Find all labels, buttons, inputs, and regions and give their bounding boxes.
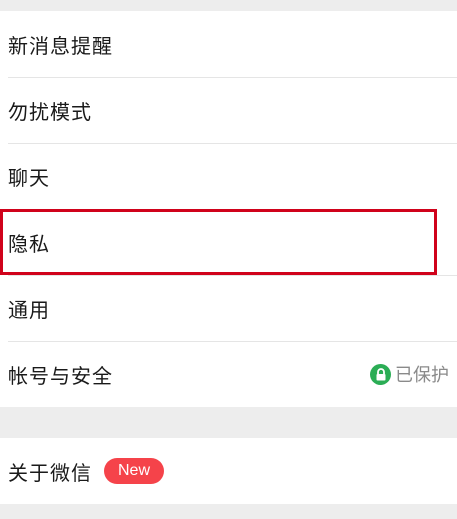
settings-item-general[interactable]: 通用 bbox=[0, 275, 457, 341]
settings-group-about: 关于微信 New bbox=[0, 438, 457, 504]
settings-item-about-wechat[interactable]: 关于微信 New bbox=[0, 438, 457, 504]
settings-item-account-security[interactable]: 帐号与安全 已保护 bbox=[0, 341, 457, 407]
settings-item-privacy[interactable]: 隐私 bbox=[0, 209, 437, 275]
new-badge: New bbox=[104, 458, 165, 484]
security-status: 已保护 bbox=[370, 361, 449, 387]
settings-item-label: 新消息提醒 bbox=[8, 33, 113, 58]
settings-item-label: 聊天 bbox=[8, 165, 50, 190]
settings-item-notifications[interactable]: 新消息提醒 bbox=[0, 11, 457, 77]
settings-group-main: 新消息提醒 勿扰模式 聊天 隐私 通用 帐号与安全 已保护 bbox=[0, 11, 457, 407]
settings-item-label: 勿扰模式 bbox=[8, 99, 92, 124]
settings-item-chat[interactable]: 聊天 bbox=[0, 143, 457, 209]
settings-item-label: 关于微信 bbox=[8, 460, 92, 485]
settings-item-label: 隐私 bbox=[8, 231, 50, 256]
security-status-text: 已保护 bbox=[395, 365, 449, 386]
settings-item-label: 帐号与安全 bbox=[8, 363, 113, 388]
settings-item-do-not-disturb[interactable]: 勿扰模式 bbox=[0, 77, 457, 143]
lock-icon bbox=[370, 363, 391, 385]
settings-item-label: 通用 bbox=[8, 297, 50, 322]
